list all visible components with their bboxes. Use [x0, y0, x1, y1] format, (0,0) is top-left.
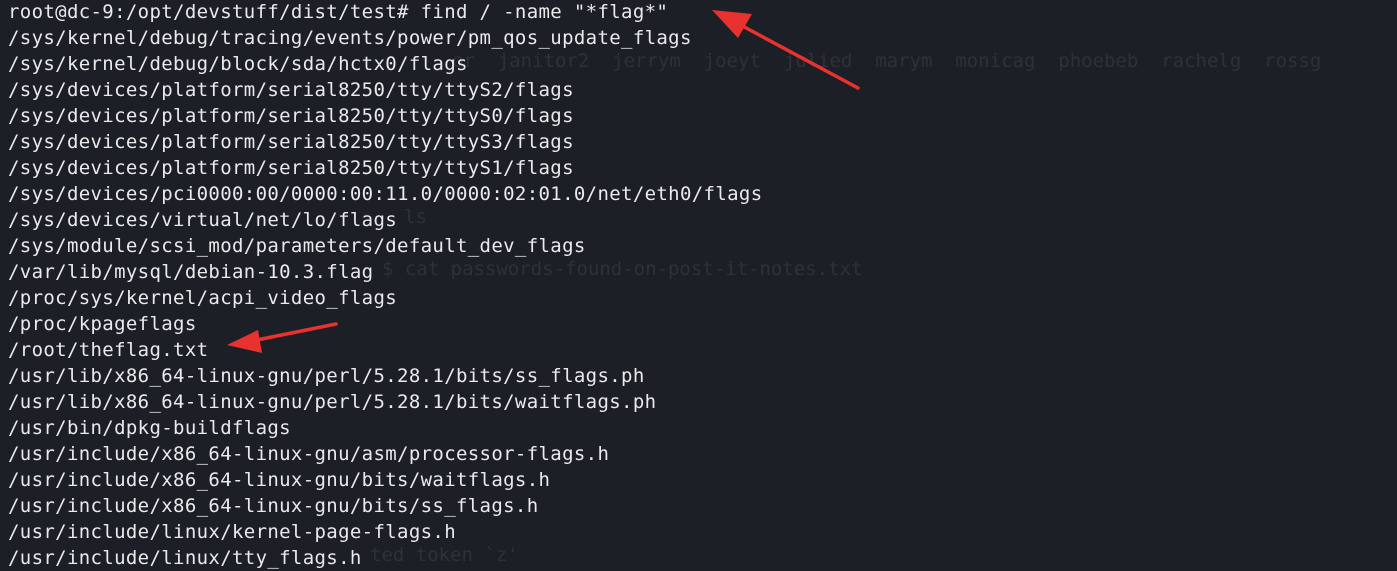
terminal-output[interactable]: root@dc-9:/opt/devstuff/dist/test# find …: [8, 0, 1393, 571]
typed-command: find / -name "*flag*": [408, 1, 669, 23]
output-line: /sys/devices/platform/serial8250/tty/tty…: [8, 79, 574, 101]
output-line: /root/theflag.txt: [8, 339, 209, 361]
output-line: /sys/devices/pci0000:00/0000:00:11.0/000…: [8, 183, 763, 205]
output-line: /sys/kernel/debug/tracing/events/power/p…: [8, 27, 692, 49]
output-line: /usr/bin/dpkg-buildflags: [8, 417, 291, 439]
output-line: /usr/include/x86_64-linux-gnu/asm/proces…: [8, 443, 610, 465]
output-line: /sys/devices/platform/serial8250/tty/tty…: [8, 131, 574, 153]
output-line: /sys/module/scsi_mod/parameters/default_…: [8, 235, 586, 257]
output-line: /usr/include/linux/kernel-page-flags.h: [8, 521, 456, 543]
find-results: /sys/kernel/debug/tracing/events/power/p…: [8, 26, 1393, 571]
command-line: root@dc-9:/opt/devstuff/dist/test# find …: [8, 0, 1393, 26]
terminal-window[interactable]: or janitor2 jerrym joeyt julied marym mo…: [0, 0, 1397, 571]
output-line: /sys/devices/virtual/net/lo/flags: [8, 209, 398, 231]
output-line: /usr/lib/x86_64-linux-gnu/perl/5.28.1/bi…: [8, 391, 657, 413]
output-line: /sys/kernel/debug/block/sda/hctx0/flags: [8, 53, 468, 75]
output-line: /usr/include/linux/tty_flags.h: [8, 547, 362, 569]
output-line: /proc/sys/kernel/acpi_video_flags: [8, 287, 398, 309]
output-line: /sys/devices/platform/serial8250/tty/tty…: [8, 105, 574, 127]
output-line: /var/lib/mysql/debian-10.3.flag: [8, 261, 374, 283]
output-line: /proc/kpageflags: [8, 313, 197, 335]
output-line: /usr/include/x86_64-linux-gnu/bits/waitf…: [8, 469, 551, 491]
shell-prompt: root@dc-9:/opt/devstuff/dist/test#: [8, 1, 409, 23]
output-line: /usr/lib/x86_64-linux-gnu/perl/5.28.1/bi…: [8, 365, 645, 387]
output-line: /usr/include/x86_64-linux-gnu/bits/ss_fl…: [8, 495, 539, 517]
output-line: /sys/devices/platform/serial8250/tty/tty…: [8, 157, 574, 179]
